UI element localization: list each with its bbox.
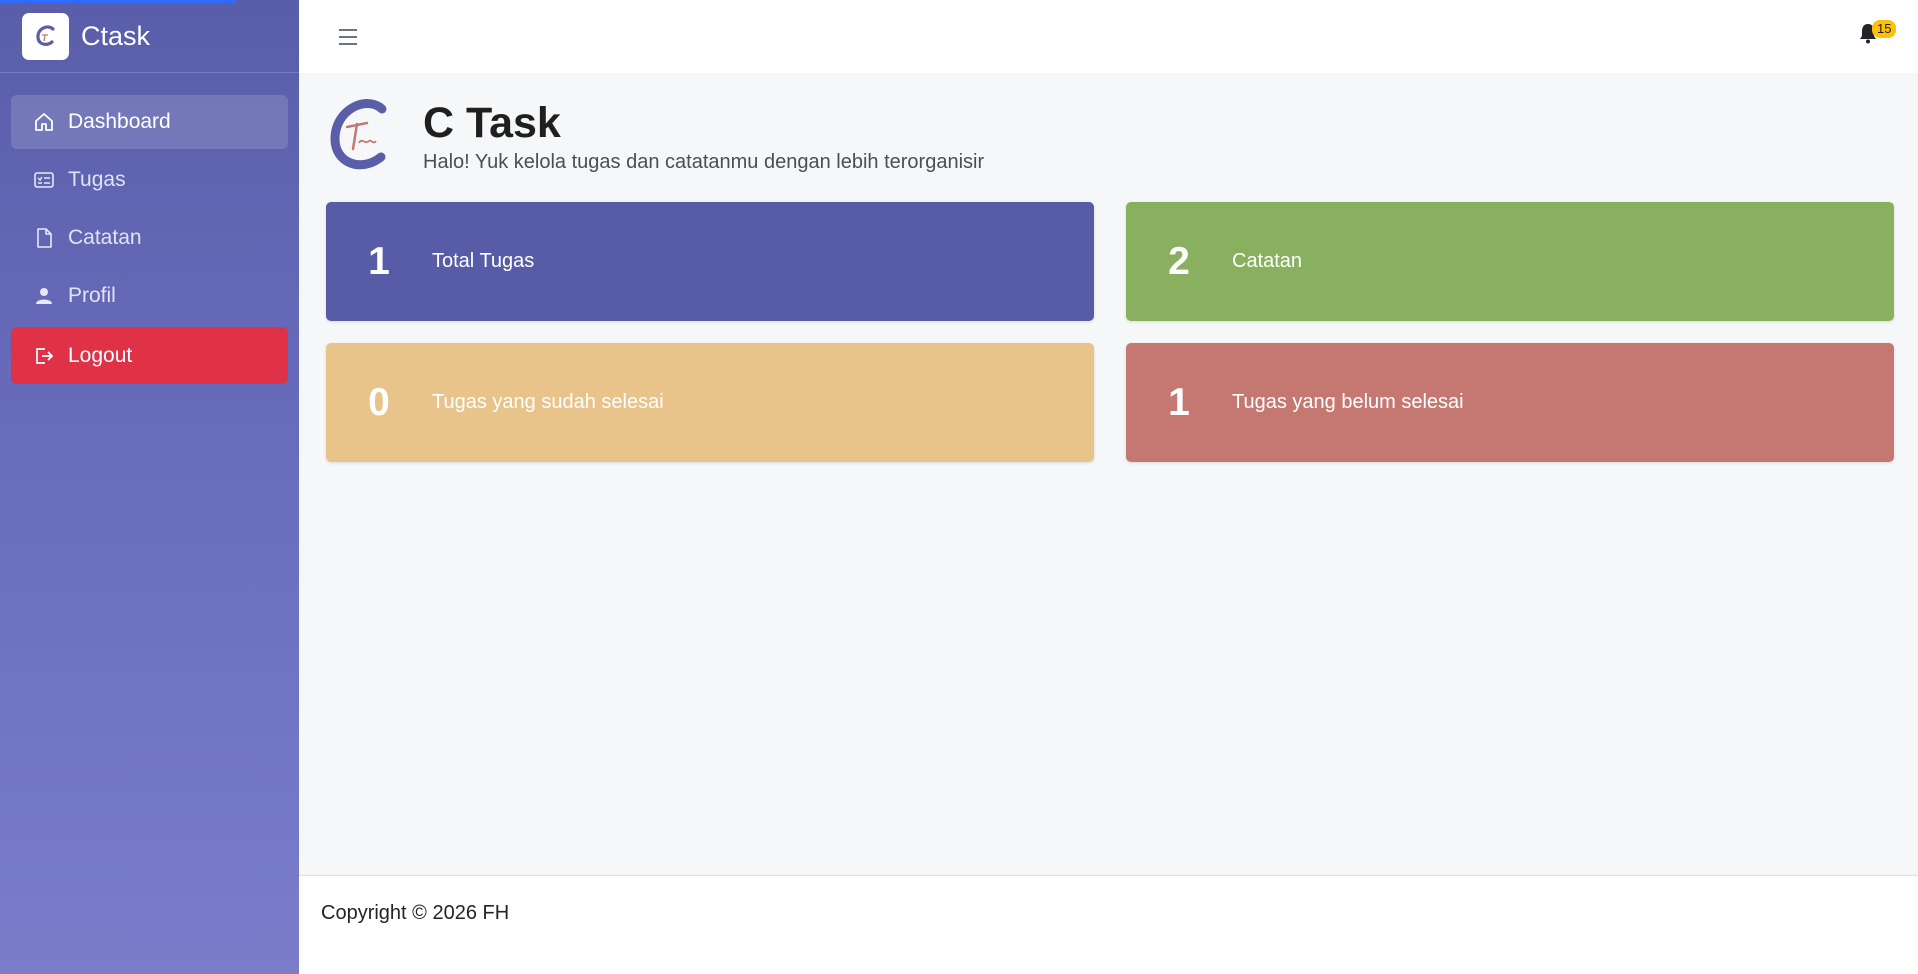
ctask-logo-icon [35, 25, 55, 46]
footer: Copyright © 2026 FH [299, 875, 1918, 974]
task-list-icon [32, 168, 56, 192]
stat-card-tugas-belum-selesai[interactable]: 1 Tugas yang belum selesai [1126, 343, 1894, 462]
sidebar-item-catatan[interactable]: Catatan [11, 211, 288, 265]
notification-badge: 15 [1872, 20, 1897, 38]
stat-card-total-tugas[interactable]: 1 Total Tugas [326, 202, 1094, 321]
stat-label: Total Tugas [432, 250, 535, 272]
sidebar: Ctask Dashboard Tugas Catatan Profil Log… [0, 0, 299, 974]
sidebar-item-label: Catatan [68, 226, 142, 249]
topbar: 15 [299, 0, 1918, 73]
logout-icon [32, 344, 56, 368]
sidebar-item-label: Profil [68, 284, 116, 307]
page-title: C Task [423, 99, 561, 147]
page-subtitle: Halo! Yuk kelola tugas dan catatanmu den… [423, 151, 985, 173]
sidebar-item-profil[interactable]: Profil [11, 269, 288, 323]
home-icon [32, 110, 56, 134]
sidebar-nav: Dashboard Tugas Catatan Profil Logout [0, 73, 299, 384]
sidebar-item-label: Logout [68, 343, 133, 367]
stats-cards: 1 Total Tugas 2 Catatan 0 Tugas yang sud… [326, 202, 1896, 462]
file-icon [32, 226, 56, 250]
brand-logo [22, 12, 69, 60]
sidebar-item-dashboard[interactable]: Dashboard [11, 95, 288, 149]
loading-bar [0, 0, 236, 3]
user-icon [32, 284, 56, 308]
stat-card-catatan[interactable]: 2 Catatan [1126, 202, 1894, 321]
brand[interactable]: Ctask [0, 0, 299, 73]
sidebar-item-tugas[interactable]: Tugas [11, 153, 288, 207]
stat-label: Catatan [1232, 250, 1303, 272]
stat-value: 1 [368, 239, 390, 283]
sidebar-item-label: Dashboard [68, 110, 171, 133]
menu-toggle-icon[interactable] [339, 28, 357, 45]
logout-button[interactable]: Logout [11, 327, 288, 384]
notification-button[interactable]: 15 [1858, 20, 1897, 48]
stat-label: Tugas yang sudah selesai [432, 391, 664, 413]
stat-card-tugas-selesai[interactable]: 0 Tugas yang sudah selesai [326, 343, 1094, 462]
stat-value: 0 [368, 380, 390, 424]
copyright-text: Copyright © 2026 FH [321, 902, 510, 924]
sidebar-item-label: Tugas [68, 168, 126, 191]
main-content: C Task Halo! Yuk kelola tugas dan catata… [299, 73, 1918, 875]
ctask-logo-icon [330, 99, 387, 170]
stat-value: 1 [1168, 380, 1190, 424]
page-header: C Task Halo! Yuk kelola tugas dan catata… [329, 97, 984, 174]
stat-value: 2 [1168, 239, 1190, 283]
stat-label: Tugas yang belum selesai [1232, 391, 1464, 413]
brand-name: Ctask [81, 20, 151, 51]
